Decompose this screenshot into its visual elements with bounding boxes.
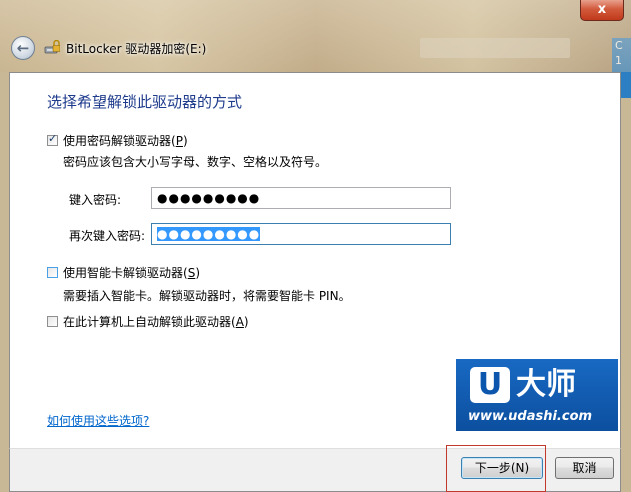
- bitlocker-drive-icon: [44, 40, 60, 54]
- password-checkbox[interactable]: [47, 132, 58, 146]
- back-arrow-icon: ←: [16, 39, 30, 57]
- smartcard-option-label: 使用智能卡解锁驱动器(S): [63, 266, 200, 280]
- cancel-button[interactable]: 取消: [555, 457, 614, 479]
- password-requirements-note: 密码应该包含大小写字母、数字、空格以及符号。: [63, 155, 328, 169]
- option-password[interactable]: 使用密码解锁驱动器(P): [47, 132, 188, 149]
- logo-url: www.udashi.com: [468, 409, 593, 424]
- back-button[interactable]: ←: [11, 36, 35, 60]
- wizard-content: 选择希望解锁此驱动器的方式 使用密码解锁驱动器(P) 密码应该包含大小写字母、数…: [9, 72, 621, 448]
- wizard-footer: 下一步(N) 取消: [9, 445, 621, 492]
- password-option-label: 使用密码解锁驱动器(P): [63, 134, 188, 148]
- auto-unlock-checkbox[interactable]: [47, 316, 58, 327]
- smartcard-note: 需要插入智能卡。解锁驱动器时，将需要智能卡 PIN。: [63, 289, 351, 303]
- next-button[interactable]: 下一步(N): [461, 457, 543, 479]
- reenter-password-input[interactable]: ●●●●●●●●●: [151, 223, 451, 245]
- blurred-background-field: [420, 38, 570, 58]
- enter-password-label: 键入密码:: [69, 193, 122, 207]
- selected-text: ●●●●●●●●●: [157, 227, 261, 241]
- udashi-watermark-logo: U 大师 www.udashi.com: [456, 359, 618, 431]
- logo-mark: U: [470, 367, 510, 403]
- password-input[interactable]: ●●●●●●●●●: [151, 187, 451, 209]
- option-smartcard[interactable]: 使用智能卡解锁驱动器(S): [47, 264, 200, 281]
- page-heading: 选择希望解锁此驱动器的方式: [47, 93, 243, 111]
- title-bar: x ← BitLocker 驱动器加密(E:): [0, 0, 631, 72]
- reenter-password-label: 再次键入密码:: [69, 229, 146, 243]
- logo-name: 大师: [516, 367, 576, 402]
- window-title: BitLocker 驱动器加密(E:): [66, 42, 207, 56]
- close-button[interactable]: x: [580, 0, 624, 21]
- option-auto-unlock[interactable]: 在此计算机上自动解锁此驱动器(A): [47, 313, 249, 330]
- smartcard-checkbox[interactable]: [47, 267, 58, 278]
- help-options-link[interactable]: 如何使用这些选项?: [47, 412, 149, 429]
- auto-unlock-option-label: 在此计算机上自动解锁此驱动器(A): [63, 315, 249, 329]
